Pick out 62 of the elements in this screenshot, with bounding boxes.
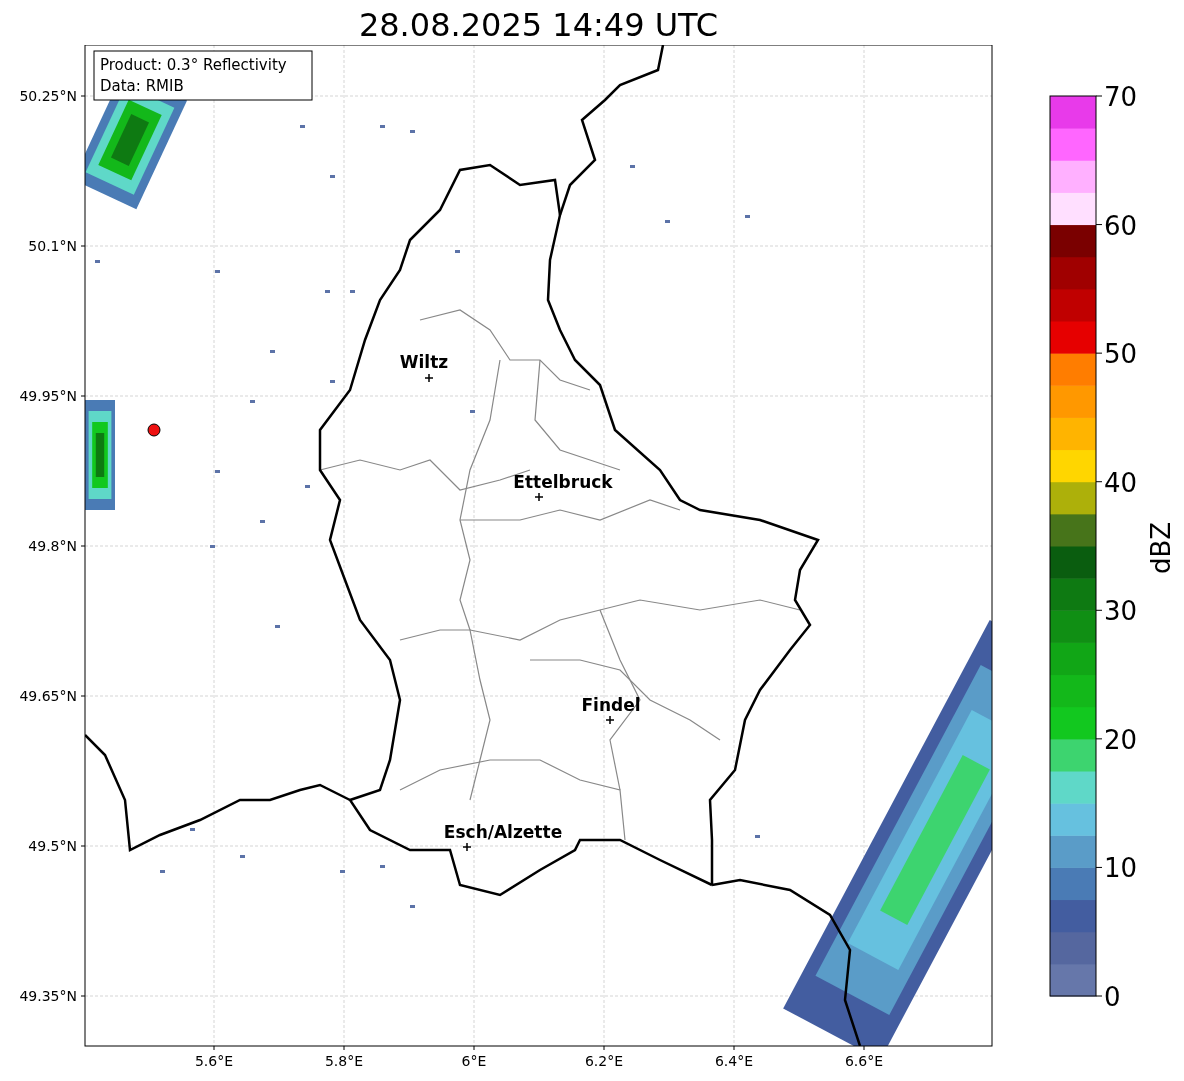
axis-tick-label: 49.5°N (28, 838, 77, 854)
radar-echo-speck (455, 250, 460, 253)
radar-echo-speck (190, 828, 195, 831)
axis-tick-label: 5.6°E (194, 1053, 234, 1069)
radar-echo-speck (240, 855, 245, 858)
radar-echo-speck (325, 290, 330, 293)
radar-echo-speck (330, 175, 335, 178)
radar-echo-speck (300, 125, 305, 128)
radar-echo-speck (305, 485, 310, 488)
radar-echo-speck (380, 865, 385, 868)
radar-echo-speck (330, 380, 335, 383)
radar-echo-speck (410, 130, 415, 133)
axis-tick-label: 6.6°E (844, 1053, 884, 1069)
colorbar-tick-label: 0 (1104, 982, 1121, 1012)
radar-echo-speck (755, 835, 760, 838)
city-marker-icon (424, 373, 434, 383)
radar-echo-speck (630, 165, 635, 168)
city-marker-icon (605, 715, 615, 725)
radar-echo-speck (215, 270, 220, 273)
radar-echo-speck (410, 905, 415, 908)
radar-echo-speck (95, 260, 100, 263)
info-text: Product: 0.3° Reflectivity (100, 56, 287, 74)
city-marker-icon (462, 842, 472, 852)
radar-echo-speck (470, 410, 475, 413)
radar-echo-speck (260, 520, 265, 523)
axis-tick-label: 6.4°E (714, 1053, 754, 1069)
radar-site-marker (147, 423, 161, 437)
city-label: Findel (581, 695, 641, 715)
radar-echo-speck (275, 625, 280, 628)
axis-tick-label: 49.95°N (19, 388, 77, 404)
radar-echo-speck (350, 290, 355, 293)
colorbar-tick-label: 30 (1104, 596, 1138, 627)
axis-tick-label: 49.35°N (19, 988, 77, 1004)
colorbar-tick-label: 20 (1104, 724, 1138, 755)
colorbar-tick-label: 10 (1104, 853, 1138, 884)
colorbar-tick-label: 70 (1104, 82, 1138, 112)
axis-tick-label: 6.2°E (584, 1053, 624, 1069)
radar-echo-speck (250, 400, 255, 403)
radar-echo-speck (665, 220, 670, 223)
radar-echo-speck (160, 870, 165, 873)
city-label: Esch/Alzette (443, 822, 563, 842)
colorbar-tick-label: 60 (1104, 210, 1138, 241)
chart-title: 28.08.2025 14:49 UTC (357, 5, 720, 45)
colorbar-tick-label: 40 (1104, 467, 1138, 498)
colorbar-tick-label: 50 (1104, 339, 1138, 370)
radar-echo-speck (380, 125, 385, 128)
radar-echo-speck (210, 545, 215, 548)
axis-tick-label: 50.1°N (28, 238, 77, 254)
radar-echo-speck (340, 870, 345, 873)
axis-tick-label: 49.65°N (19, 688, 77, 704)
city-marker-icon (534, 492, 544, 502)
axis-tick-label: 5.8°E (324, 1053, 364, 1069)
axis-tick-label: 6°E (461, 1053, 487, 1069)
axis-tick-label: 49.8°N (28, 538, 77, 554)
radar-echo-speck (215, 470, 220, 473)
colorbar-label: dBZ (1146, 521, 1176, 575)
radar-echo-speck (270, 350, 275, 353)
axis-tick-label: 50.25°N (19, 88, 77, 104)
city-label: Ettelbruck (513, 472, 613, 492)
city-label: Wiltz (399, 352, 449, 372)
radar-echo-speck (745, 215, 750, 218)
info-text: Data: RMIB (100, 77, 184, 95)
